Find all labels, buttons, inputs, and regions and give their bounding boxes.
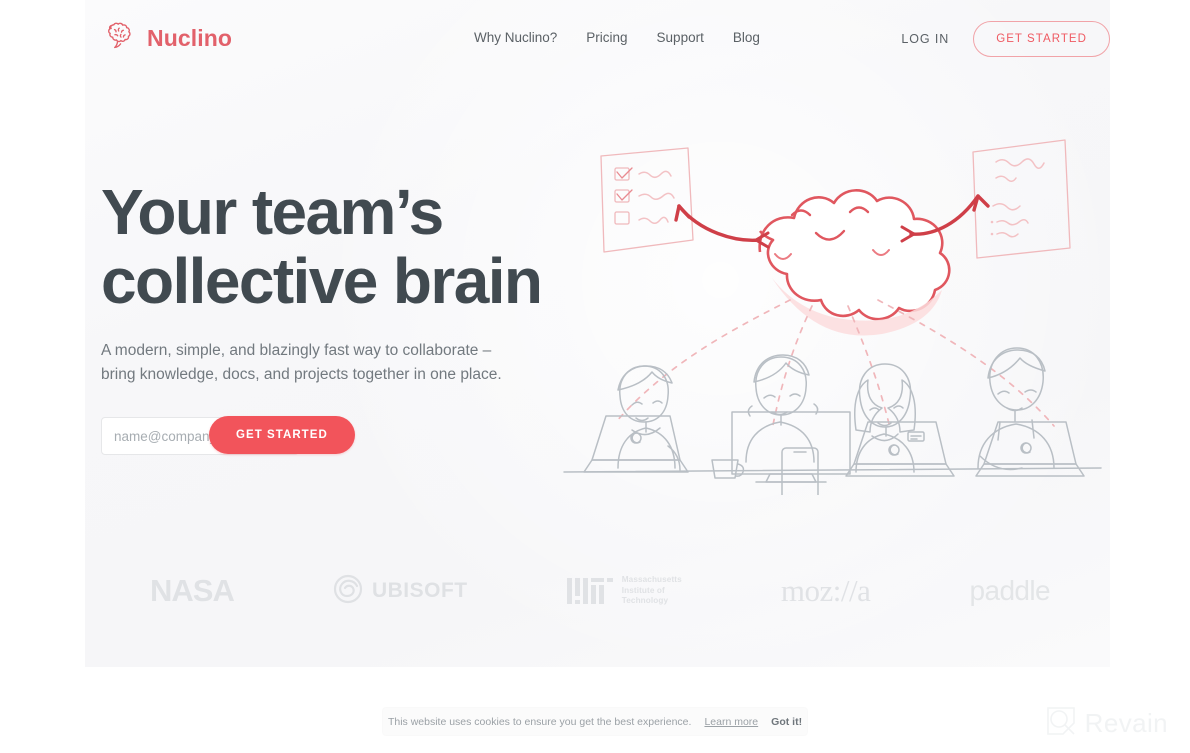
cookie-learn-more-link[interactable]: Learn more bbox=[704, 716, 758, 728]
mit-logo-subtitle: Massachusetts Institute of Technology bbox=[622, 575, 682, 607]
ubisoft-logo-text: UBISOFT bbox=[371, 579, 468, 602]
paddle-logo-text: paddle bbox=[969, 575, 1051, 606]
signup-form: GET STARTED bbox=[101, 416, 561, 455]
nav-item-why-nuclino[interactable]: Why Nuclino? bbox=[474, 30, 557, 45]
hero-subheadline: A modern, simple, and blazingly fast way… bbox=[101, 339, 561, 387]
header-get-started-button[interactable]: GET STARTED bbox=[973, 21, 1110, 57]
subheadline-line-1: A modern, simple, and blazingly fast way… bbox=[101, 342, 492, 359]
mit-subtitle-line-1: Massachusetts bbox=[621, 575, 682, 585]
nasa-logo: NASA bbox=[150, 573, 235, 609]
headline-line-1: Your team’s bbox=[101, 176, 444, 248]
cookie-banner: This website uses cookies to ensure you … bbox=[383, 708, 807, 735]
revain-logo-icon bbox=[1046, 706, 1076, 741]
hero-illustration bbox=[560, 130, 1105, 495]
mit-bars-icon bbox=[566, 574, 613, 609]
login-link[interactable]: LOG IN bbox=[901, 32, 949, 46]
nasa-logo-text: NASA bbox=[150, 573, 235, 608]
hero-get-started-button[interactable]: GET STARTED bbox=[209, 416, 355, 454]
mit-logo: Massachusetts Institute of Technology bbox=[566, 574, 682, 609]
hero-copy: Your team’s collective brain A modern, s… bbox=[101, 178, 561, 455]
ubisoft-swirl-icon bbox=[333, 574, 363, 609]
mozilla-logo-text: moz://a bbox=[780, 573, 871, 608]
nav-item-pricing[interactable]: Pricing bbox=[586, 30, 627, 45]
header-actions: LOG IN GET STARTED bbox=[901, 21, 1110, 57]
mit-subtitle-line-3: Technology bbox=[621, 596, 669, 606]
customer-logos: NASA UBISOFT Massachusetts Institute of … bbox=[150, 558, 1051, 624]
cookie-message: This website uses cookies to ensure you … bbox=[387, 715, 692, 728]
ubisoft-logo: UBISOFT bbox=[333, 574, 468, 609]
landing-page: Nuclino Why Nuclino? Pricing Support Blo… bbox=[0, 0, 1190, 753]
brand-name: Nuclino bbox=[147, 24, 233, 51]
mozilla-logo: moz://a bbox=[780, 573, 871, 609]
revain-watermark: Revain bbox=[1046, 706, 1168, 741]
brain-speech-bubble-icon bbox=[104, 22, 138, 54]
headline-line-2: collective brain bbox=[101, 245, 543, 317]
revain-watermark-text: Revain bbox=[1084, 708, 1168, 738]
brand-logo[interactable]: Nuclino bbox=[104, 22, 232, 54]
site-header: Nuclino Why Nuclino? Pricing Support Blo… bbox=[0, 0, 1190, 76]
nav-item-blog[interactable]: Blog bbox=[733, 30, 760, 45]
cookie-accept-button[interactable]: Got it! bbox=[771, 716, 802, 728]
nav-item-support[interactable]: Support bbox=[657, 30, 704, 45]
main-navigation: Why Nuclino? Pricing Support Blog bbox=[474, 30, 760, 45]
paddle-logo: paddle bbox=[969, 575, 1051, 607]
mit-subtitle-line-2: Institute of bbox=[621, 585, 665, 595]
page-title: Your team’s collective brain bbox=[101, 178, 561, 316]
subheadline-line-2: bring knowledge, docs, and projects toge… bbox=[101, 366, 502, 383]
